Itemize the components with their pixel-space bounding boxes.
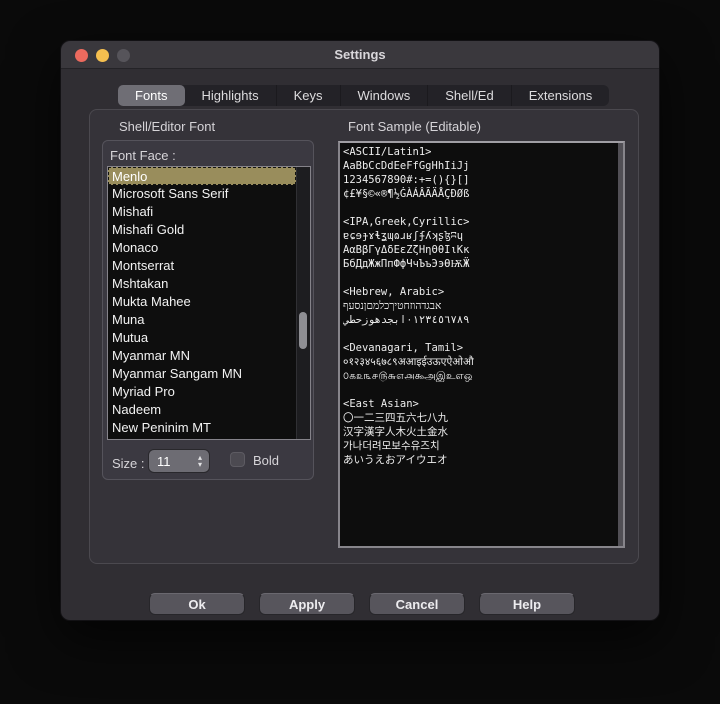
tab-extensions[interactable]: Extensions [511,85,610,106]
list-item[interactable]: Myanmar MN [108,347,296,365]
sample-line: 가나더려모보수유즈치 [343,439,617,453]
list-item[interactable]: Mutua [108,329,296,347]
list-item[interactable]: Mishafi Gold [108,221,296,239]
sample-line: <IPA,Greek,Cyrillic> [343,215,617,229]
sample-line: ¢£¥§©«®¶½ĠÀÁÂÃÄÅÇÐØß [343,187,617,201]
sample-line: あいうえおアイウエオ [343,453,617,467]
sample-line: AαBβΓγΔδEεZζHηΘθIιKκ [343,243,617,257]
zoom-button [117,49,130,62]
list-item[interactable]: Microsoft Sans Serif [108,185,296,203]
tab-windows[interactable]: Windows [340,85,428,106]
size-label: Size : [112,456,145,471]
sample-line: AaBbCcDdEeFfGgHhIiJj [343,159,617,173]
sample-line [343,383,617,397]
sample-line: <East Asian> [343,397,617,411]
sample-line: אבגדהוזחטיךכלמםןנסעף [343,299,617,313]
list-item[interactable]: Muna [108,311,296,329]
sample-line: БбДдЖжПпФфЧчЪъЭэѲѬӜ [343,257,617,271]
sample-line [343,201,617,215]
fonts-tab-panel: Shell/Editor Font Font Sample (Editable)… [89,109,639,564]
title-bar[interactable]: Settings [61,41,659,69]
help-button[interactable]: Help [479,593,575,615]
list-item[interactable]: Montserrat [108,257,296,275]
font-face-list: Menlo Microsoft Sans Serif Mishafi Misha… [107,166,311,440]
cancel-button[interactable]: Cancel [369,593,465,615]
ok-button[interactable]: Ok [149,593,245,615]
close-button[interactable] [75,49,88,62]
tab-shell-ed[interactable]: Shell/Ed [427,85,510,106]
bold-checkbox[interactable] [230,452,245,467]
font-list-scrollbar[interactable] [296,167,310,439]
font-face-list-rows: Menlo Microsoft Sans Serif Mishafi Misha… [108,167,296,439]
sample-line: ௦௧௨௩௪௫௬௭௮௯அஇஉஎஒ [343,369,617,383]
font-sample-text[interactable]: <ASCII/Latin1> AaBbCcDdEeFfGgHhIiJj 1234… [343,145,617,546]
apply-button[interactable]: Apply [259,593,355,615]
sample-line: <Hebrew, Arabic> [343,285,617,299]
font-face-group: Font Face : Menlo Microsoft Sans Serif M… [102,140,314,480]
list-item[interactable]: Myanmar Sangam MN [108,365,296,383]
sample-line: ०१२३४५६७८९अआइईउऊएऐओऔ [343,355,617,369]
list-item-menlo[interactable]: Menlo [108,167,296,185]
list-item[interactable]: Mshtakan [108,275,296,293]
minimize-button[interactable] [96,49,109,62]
tab-bar: Fonts Highlights Keys Windows Shell/Ed E… [118,85,609,106]
sample-line: 1234567890#:+=(){}[] [343,173,617,187]
window-title: Settings [334,47,385,62]
sample-line: ٠١٢٣٤٥٦٧٨٩ابجدهوزحطي [343,313,617,327]
shell-editor-font-label: Shell/Editor Font [119,119,215,134]
tab-keys[interactable]: Keys [276,85,340,106]
size-stepper[interactable]: 11 ▴ ▾ [148,449,210,473]
sample-line: 汉字漢字人木火土金水 [343,425,617,439]
tab-fonts[interactable]: Fonts [118,85,185,106]
sample-line: <ASCII/Latin1> [343,145,617,159]
list-item[interactable]: Mukta Mahee [108,293,296,311]
stepper-arrows[interactable]: ▴ ▾ [191,454,209,468]
list-item[interactable]: Monaco [108,239,296,257]
scrollbar-thumb[interactable] [299,312,307,349]
font-sample-label: Font Sample (Editable) [348,119,481,134]
sample-line [343,271,617,285]
list-item[interactable]: Nadeem [108,401,296,419]
stepper-down-icon[interactable]: ▾ [198,461,202,468]
sample-line: ɐɕɘɟɤɬʓɰɷɹʁʃʄʎʞʂɮʭɥ [343,229,617,243]
sample-line: <Devanagari, Tamil> [343,341,617,355]
list-item[interactable]: Mishafi [108,203,296,221]
sample-line [343,327,617,341]
list-item[interactable]: New Peninim MT [108,419,296,437]
list-item[interactable]: Myriad Pro [108,383,296,401]
traffic-lights [75,49,130,62]
tab-highlights[interactable]: Highlights [185,85,276,106]
sample-scrollbar[interactable] [618,143,623,546]
sample-line: 〇一二三四五六七八九 [343,411,617,425]
bold-label: Bold [253,453,279,468]
dialog-buttons: Ok Apply Cancel Help [149,593,575,615]
size-value: 11 [149,454,191,469]
settings-window: Settings Fonts Highlights Keys Windows S… [60,40,660,621]
font-sample-editor[interactable]: <ASCII/Latin1> AaBbCcDdEeFfGgHhIiJj 1234… [338,141,625,548]
font-face-label: Font Face : [110,148,176,163]
